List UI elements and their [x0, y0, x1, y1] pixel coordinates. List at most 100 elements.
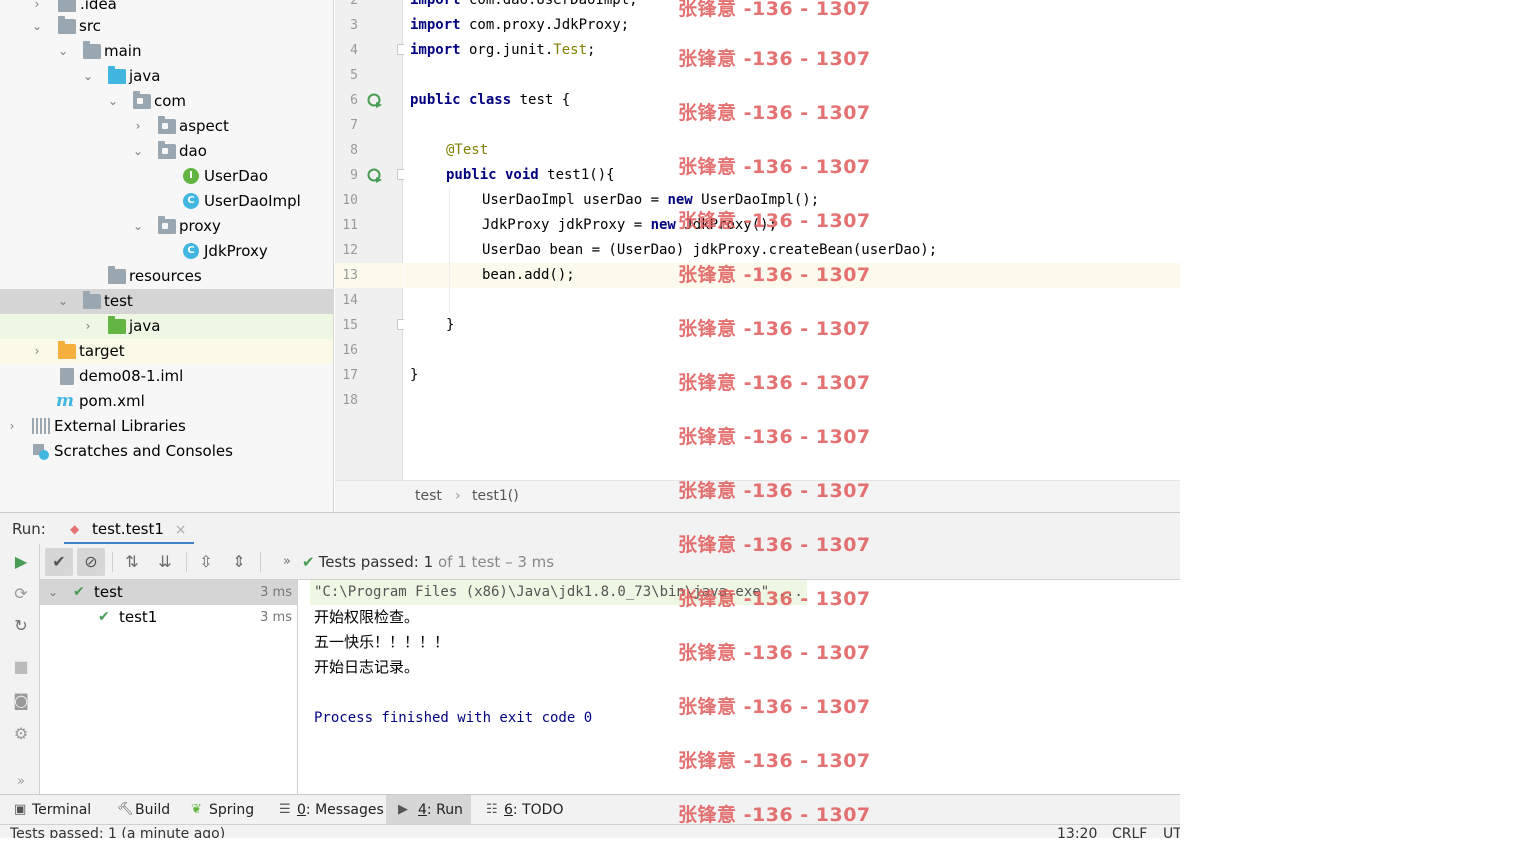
run-test-method-icon[interactable]: [367, 168, 382, 183]
tree-item-iml[interactable]: demo08-1.iml: [0, 364, 333, 389]
camera-icon[interactable]: ◙: [11, 691, 31, 711]
expand-all-icon[interactable]: ⇳: [192, 548, 220, 576]
rerun-icon[interactable]: ▶: [11, 552, 31, 572]
tree-item-dao[interactable]: ⌄ dao: [0, 139, 333, 164]
tool-build[interactable]: 🔨︎ Build: [113, 795, 170, 824]
caret-position[interactable]: 13:20: [1057, 826, 1097, 838]
chevron-down-icon[interactable]: ⌄: [81, 64, 95, 89]
chevron-right-icon[interactable]: ›: [30, 339, 44, 364]
chevron-right-icon[interactable]: ›: [5, 414, 19, 439]
watermark-text: 张锋意 -136 - 1307: [678, 480, 871, 502]
check-icon: ✔: [98, 609, 110, 625]
indent-guide: [449, 188, 450, 313]
breadcrumb-method[interactable]: test1(): [472, 481, 519, 511]
console-output-line: 开始权限检查。: [314, 608, 420, 626]
tree-item-scratches[interactable]: Scratches and Consoles: [0, 439, 333, 464]
tree-item-target[interactable]: › target: [0, 339, 333, 364]
sort-by-duration-icon[interactable]: ⇊: [151, 548, 179, 576]
watermark-text: 张锋意 -136 - 1307: [678, 534, 871, 556]
show-ignored-icon[interactable]: ⊘: [77, 548, 105, 576]
more-icon[interactable]: »: [273, 548, 301, 576]
chevron-down-icon[interactable]: ⌄: [46, 580, 60, 605]
chevron-down-icon[interactable]: ⌄: [30, 14, 44, 39]
module-file-icon: [60, 368, 74, 385]
line-number: 8: [350, 143, 358, 158]
tool-terminal[interactable]: ▣ Terminal: [10, 795, 91, 824]
chevron-down-icon[interactable]: ⌄: [131, 214, 145, 239]
test-results-tree: ⌄ ✔ test 3 ms ✔ test1 3 ms: [40, 580, 298, 794]
resources-folder-icon: [108, 266, 126, 284]
rerun-failed-icon[interactable]: ⟳: [11, 584, 31, 604]
toggle-auto-test-icon[interactable]: ↻: [11, 616, 31, 636]
tree-item-external-libraries[interactable]: › External Libraries: [0, 414, 333, 439]
chevron-down-icon[interactable]: ⌄: [106, 89, 120, 114]
class-icon: C: [183, 243, 199, 259]
code-line-4: import org.junit.Test;: [410, 42, 596, 58]
tool-messages[interactable]: ☰ 0: Messages: [275, 795, 384, 824]
file-encoding[interactable]: UT: [1163, 826, 1180, 838]
watermark-text: 张锋意 -136 - 1307: [678, 588, 871, 610]
chevron-down-icon[interactable]: ⌄: [56, 39, 70, 64]
line-number: 11: [342, 218, 358, 233]
chevron-right-icon[interactable]: ›: [81, 314, 95, 339]
tool-run[interactable]: ▶ 4: Run: [386, 795, 471, 824]
tree-item-java-main[interactable]: ⌄ java: [0, 64, 333, 89]
status-message[interactable]: Tests passed: 1 (a minute ago): [10, 826, 225, 838]
tree-item-resources[interactable]: resources: [0, 264, 333, 289]
status-bar: Tests passed: 1 (a minute ago) 13:20 CRL…: [0, 824, 1180, 838]
line-number: 14: [342, 293, 358, 308]
chevron-down-icon[interactable]: ⌄: [131, 139, 145, 164]
tree-item-src[interactable]: ⌄ src: [0, 14, 333, 39]
more-actions-icon[interactable]: »: [11, 772, 31, 792]
scratches-icon: [32, 443, 50, 460]
test-result-class[interactable]: ⌄ ✔ test 3 ms: [40, 580, 297, 605]
hammer-icon: 🔨︎: [117, 802, 134, 817]
line-number: 13: [342, 268, 358, 283]
breadcrumb-class[interactable]: test: [415, 481, 442, 511]
package-icon: [158, 116, 176, 134]
code-line-13: bean.add();: [482, 267, 575, 283]
code-line-9: public void test1(){: [446, 167, 615, 183]
code-line-2: import com.dao.UserDaoImpl;: [410, 0, 638, 8]
line-number: 9: [350, 168, 358, 183]
sort-alphabetically-icon[interactable]: ⇅: [118, 548, 146, 576]
maven-icon: m: [56, 391, 74, 411]
chevron-right-icon[interactable]: ›: [131, 114, 145, 139]
code-editor[interactable]: import com.dao.UserDaoImpl; import com.p…: [404, 0, 1180, 480]
watermark-text: 张锋意 -136 - 1307: [678, 102, 871, 124]
line-number: 6: [350, 93, 358, 108]
test-result-method[interactable]: ✔ test1 3 ms: [40, 605, 297, 630]
line-number: 7: [350, 118, 358, 133]
tree-item-proxy[interactable]: ⌄ proxy: [0, 214, 333, 239]
run-test-class-icon[interactable]: [367, 93, 382, 108]
package-icon: [158, 216, 176, 234]
tree-item-test[interactable]: ⌄ test: [0, 289, 333, 314]
run-config-tab[interactable]: ◆ test.test1 ×: [64, 513, 195, 545]
chevron-down-icon[interactable]: ⌄: [56, 289, 70, 314]
tool-spring[interactable]: ❦ Spring: [187, 795, 254, 824]
tree-item-userdaoimpl[interactable]: C UserDaoImpl: [0, 189, 333, 214]
line-separator[interactable]: CRLF: [1112, 826, 1147, 838]
stop-icon[interactable]: ■: [11, 657, 31, 677]
messages-icon: ☰: [279, 802, 291, 817]
show-passed-icon[interactable]: ✔: [45, 548, 73, 576]
check-icon: ✔: [73, 584, 85, 600]
tree-item-jdkproxy[interactable]: C JdkProxy: [0, 239, 333, 264]
collapse-all-icon[interactable]: ⇕: [225, 548, 253, 576]
settings-gear-icon[interactable]: ⚙: [11, 724, 31, 744]
watermark-text: 张锋意 -136 - 1307: [678, 210, 871, 232]
tree-item-aspect[interactable]: › aspect: [0, 114, 333, 139]
library-icon: [32, 418, 50, 434]
close-icon[interactable]: ×: [175, 522, 187, 538]
tree-item-main[interactable]: ⌄ main: [0, 39, 333, 64]
tree-item-com[interactable]: ⌄ com: [0, 89, 333, 114]
tree-item-userdao[interactable]: I UserDao: [0, 164, 333, 189]
tool-window-strip: ▣ Terminal 🔨︎ Build ❦ Spring ☰ 0: Messages ▶…: [0, 794, 1180, 824]
tree-item-java-test[interactable]: › java: [0, 314, 333, 339]
line-number: 4: [350, 43, 358, 58]
folder-icon: [58, 0, 76, 12]
run-side-toolbar: ▶ ⟳ ↻ ■ ◙ ⚙ »: [0, 544, 40, 794]
run-triangle-icon: ▶: [398, 802, 408, 817]
tool-todo[interactable]: ☷ 6: TODO: [482, 795, 563, 824]
tree-item-pom[interactable]: m pom.xml: [0, 389, 333, 414]
